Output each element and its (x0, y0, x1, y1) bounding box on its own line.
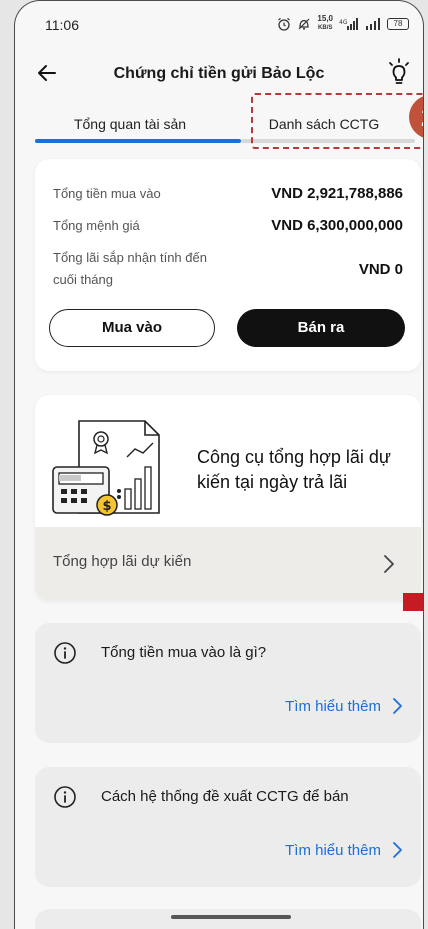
chevron-right-icon (393, 698, 402, 714)
red-marker (403, 593, 423, 611)
learn-more-label: Tìm hiểu thêm (285, 697, 381, 715)
interest-summary-label: Tổng hợp lãi dự kiến (53, 553, 192, 570)
interest-summary-link[interactable]: Tổng hợp lãi dự kiến (35, 527, 421, 601)
calculator-certificate-illustration-icon: $ (52, 420, 160, 516)
chevron-right-icon (384, 555, 394, 573)
learn-more-label: Tìm hiểu thêm (285, 841, 381, 859)
interest-tool-title: Công cụ tổng hợp lãi dự kiến tại ngày tr… (197, 447, 391, 492)
info-icon (54, 786, 76, 808)
status-time: 11:06 (45, 17, 79, 33)
mute-bell-icon (298, 18, 310, 30)
sell-button[interactable]: Bán ra (237, 309, 405, 347)
summary-label: Tổng lãi sắp nhận tính đến cuối tháng (53, 250, 207, 287)
battery-icon: 78 (387, 17, 409, 30)
tab-active-indicator (35, 139, 241, 143)
tutorial-highlight-box (251, 93, 423, 149)
status-icons: 15,0 KB/S 4G 78 (277, 15, 409, 32)
app-header: Chứng chỉ tiền gửi Bảo Lộc (15, 53, 423, 93)
summary-value: VND 6,300,000,000 (271, 217, 403, 234)
svg-text:4G: 4G (339, 19, 348, 26)
phone-frame: 11:06 15,0 KB/S 4G 78 Chứng chỉ tiền gửi… (14, 0, 424, 929)
summary-value: VND 0 (358, 261, 403, 278)
buy-button[interactable]: Mua vào (49, 309, 215, 347)
summary-label: Tổng tiền mua vào (53, 186, 161, 201)
next-card-peek (35, 909, 421, 929)
signal-4g-icon: 4G (339, 17, 358, 30)
learn-more-link[interactable]: Tìm hiểu thêm (285, 839, 403, 861)
faq-question: Cách hệ thống đề xuất CCTG để bán (101, 788, 349, 805)
info-icon (54, 642, 76, 664)
faq-card: Tổng tiền mua vào là gì? Tìm hiểu thêm (35, 623, 421, 743)
chevron-right-icon (393, 842, 402, 858)
summary-value: VND 2,921,788,886 (271, 185, 403, 202)
faq-card: Cách hệ thống đề xuất CCTG để bán Tìm hi… (35, 767, 421, 887)
page-title: Chứng chỉ tiền gửi Bảo Lộc (113, 65, 325, 82)
status-bar: 11:06 15,0 KB/S 4G 78 (15, 1, 423, 51)
netspeed-value: 15,0 (317, 14, 333, 23)
learn-more-link[interactable]: Tìm hiểu thêm (285, 695, 403, 717)
signal-icon (366, 17, 380, 30)
netspeed-unit: KB/S (318, 25, 333, 31)
home-indicator[interactable] (171, 915, 291, 919)
svg-text:$: $ (103, 499, 112, 514)
lightbulb-icon[interactable] (385, 57, 413, 87)
alarm-icon (278, 17, 291, 31)
summary-label: Tổng mệnh giá (53, 218, 140, 233)
faq-question: Tổng tiền mua vào là gì? (101, 644, 267, 661)
asset-summary-card: Tổng tiền mua vào VND 2,921,788,886 Tổng… (35, 159, 421, 371)
netspeed-indicator: 15,0 KB/S (317, 15, 333, 32)
interest-tool-card: $ Công cụ tổng hợp lãi dự kiến tại ngày … (35, 395, 421, 601)
